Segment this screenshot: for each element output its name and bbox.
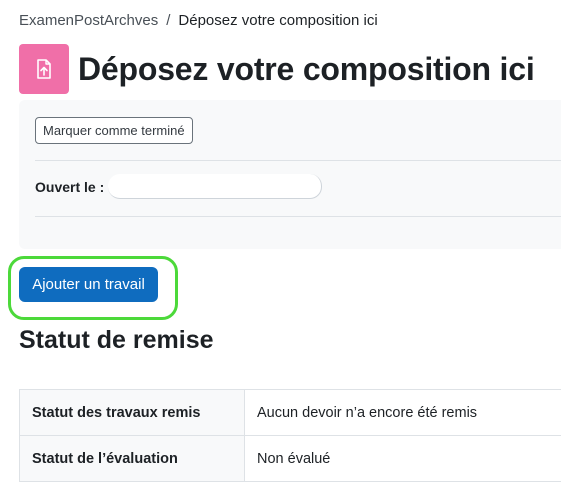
opened-date-value xyxy=(108,174,323,199)
breadcrumb-current: Déposez votre composition ici xyxy=(178,12,378,29)
breadcrumb: ExamenPostArchves / Déposez votre compos… xyxy=(19,12,378,29)
table-row: Statut des travaux remis Aucun devoir n’… xyxy=(19,389,561,436)
table-row: Statut de l’évaluation Non évalué xyxy=(19,435,561,482)
add-submission-button[interactable]: Ajouter un travail xyxy=(19,267,158,302)
opened-label: Ouvert le : xyxy=(35,178,105,195)
row-label: Statut des travaux remis xyxy=(19,389,245,436)
submission-status-table: Statut des travaux remis Aucun devoir n’… xyxy=(19,389,561,482)
row-value: Non évalué xyxy=(244,435,561,482)
mark-as-done-button[interactable]: Marquer comme terminé xyxy=(35,117,193,144)
submission-status-heading: Statut de remise xyxy=(19,326,214,354)
row-value: Aucun devoir n’a encore été remis xyxy=(244,389,561,436)
activity-info-panel: Marquer comme terminé Ouvert le : xyxy=(19,100,561,249)
divider xyxy=(35,216,561,217)
breadcrumb-course-link[interactable]: ExamenPostArchves xyxy=(19,12,158,29)
page-header: Déposez votre composition ici xyxy=(19,44,535,94)
file-upload-icon xyxy=(19,44,69,94)
divider xyxy=(35,160,561,161)
opened-date-row: Ouvert le : xyxy=(35,174,323,199)
row-label: Statut de l’évaluation xyxy=(19,435,245,482)
page-title: Déposez votre composition ici xyxy=(78,50,535,87)
breadcrumb-separator: / xyxy=(166,12,171,29)
